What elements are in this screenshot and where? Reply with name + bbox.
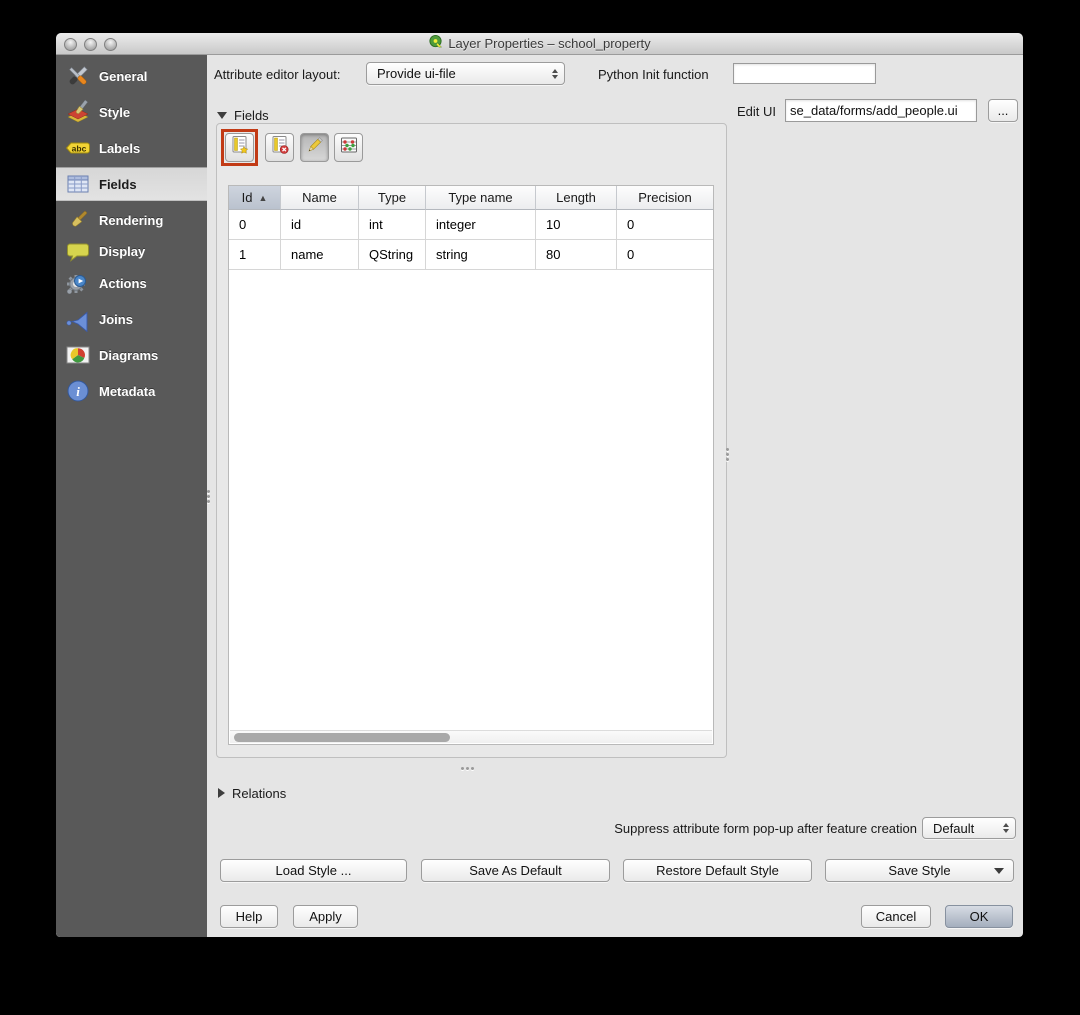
field-calculator-button[interactable] (334, 133, 363, 162)
horizontal-scrollbar[interactable] (230, 730, 712, 743)
column-header-type-name[interactable]: Type name (426, 186, 536, 210)
layer-properties-dialog: Layer Properties – school_property Gener… (56, 33, 1023, 937)
join-icon (65, 306, 91, 332)
fields-section-header[interactable]: Fields (217, 107, 269, 123)
table-cell: 0 (617, 240, 713, 270)
table-cell: name (281, 240, 359, 270)
table-cell: int (359, 210, 426, 240)
table-cell: 1 (229, 240, 281, 270)
title-bar: Layer Properties – school_property (56, 33, 1023, 55)
suppress-label: Suppress attribute form pop-up after fea… (614, 821, 917, 836)
restore-default-style-button[interactable]: Restore Default Style (623, 859, 812, 882)
column-header-length[interactable]: Length (536, 186, 617, 210)
save-style-button[interactable]: Save Style (825, 859, 1014, 882)
relations-section-header[interactable]: Relations (218, 785, 286, 801)
table-row[interactable]: 1 name QString string 80 0 (229, 240, 713, 270)
column-header-id[interactable]: Id ▲ (229, 186, 281, 210)
table-header-row: Id ▲ Name Type Type name Length Precisio… (229, 186, 713, 210)
sidebar-item-display[interactable]: Display (56, 234, 207, 268)
tools-icon (65, 63, 91, 89)
column-header-precision[interactable]: Precision (617, 186, 713, 210)
style-brush-icon (65, 99, 91, 125)
abacus-icon (339, 135, 359, 160)
sidebar-item-labels[interactable]: abc Labels (56, 131, 207, 165)
minimize-button[interactable] (84, 37, 97, 51)
highlight-ring (221, 129, 258, 166)
attribute-editor-layout-label: Attribute editor layout: (214, 67, 341, 82)
sidebar-item-general[interactable]: General (56, 59, 207, 93)
sidebar: General Style abc Labels Fields Renderin… (56, 55, 207, 937)
speech-bubble-icon (65, 238, 91, 264)
apply-button[interactable]: Apply (293, 905, 358, 928)
sort-ascending-icon: ▲ (258, 192, 268, 203)
attribute-editor-layout-select[interactable]: Provide ui-file (366, 62, 565, 85)
splitter-handle[interactable] (203, 488, 213, 504)
column-header-type[interactable]: Type (359, 186, 426, 210)
load-style-button[interactable]: Load Style ... (220, 859, 407, 882)
edit-ui-input[interactable] (785, 99, 977, 122)
resize-grip[interactable] (458, 764, 476, 772)
splitter-handle[interactable] (722, 446, 732, 462)
stepper-arrows-icon (1003, 823, 1009, 833)
sidebar-item-diagrams[interactable]: Diagrams (56, 338, 207, 372)
delete-attribute-button[interactable] (265, 133, 294, 162)
sidebar-item-fields[interactable]: Fields (56, 167, 207, 201)
pencil-icon (305, 135, 325, 160)
help-button[interactable]: Help (220, 905, 278, 928)
save-as-default-button[interactable]: Save As Default (421, 859, 610, 882)
python-init-input[interactable] (733, 63, 876, 84)
sidebar-item-metadata[interactable]: i Metadata (56, 374, 207, 408)
scrollbar-thumb[interactable] (234, 733, 450, 742)
sidebar-item-style[interactable]: Style (56, 95, 207, 129)
rendering-brush-icon (65, 207, 91, 233)
disclosure-right-icon (218, 788, 225, 798)
edit-ui-browse-button[interactable]: ... (988, 99, 1018, 122)
qgis-icon (428, 34, 443, 54)
disclosure-down-icon (217, 111, 227, 119)
delete-column-icon (270, 135, 290, 160)
stepper-arrows-icon (552, 68, 558, 79)
python-init-label: Python Init function (598, 67, 709, 82)
info-icon: i (65, 378, 91, 404)
sidebar-item-joins[interactable]: Joins (56, 302, 207, 336)
table-cell: 80 (536, 240, 617, 270)
ok-button[interactable]: OK (945, 905, 1013, 928)
sidebar-item-rendering[interactable]: Rendering (56, 203, 207, 237)
menu-arrow-icon (994, 867, 1004, 874)
attributes-table: Id ▲ Name Type Type name Length Precisio… (228, 185, 714, 745)
table-cell: id (281, 210, 359, 240)
sidebar-item-actions[interactable]: Actions (56, 266, 207, 300)
window-title: Layer Properties – school_property (448, 36, 651, 51)
new-attribute-button[interactable] (225, 133, 254, 162)
zoom-button[interactable] (104, 37, 117, 51)
abc-label-icon: abc (65, 135, 91, 161)
fields-table-icon (65, 171, 91, 197)
table-cell: string (426, 240, 536, 270)
table-cell: 0 (229, 210, 281, 240)
suppress-select[interactable]: Default (922, 817, 1016, 839)
new-column-icon (230, 135, 250, 160)
table-cell: QString (359, 240, 426, 270)
svg-text:i: i (76, 384, 80, 399)
table-cell: 10 (536, 210, 617, 240)
cancel-button[interactable]: Cancel (861, 905, 931, 928)
gear-action-icon (65, 270, 91, 296)
table-row[interactable]: 0 id int integer 10 0 (229, 210, 713, 240)
table-cell: integer (426, 210, 536, 240)
edit-ui-label: Edit UI (737, 104, 777, 119)
column-header-name[interactable]: Name (281, 186, 359, 210)
diagram-icon (65, 342, 91, 368)
toggle-editing-button[interactable] (300, 133, 329, 162)
table-cell: 0 (617, 210, 713, 240)
close-button[interactable] (64, 37, 77, 51)
svg-text:abc: abc (72, 144, 87, 154)
